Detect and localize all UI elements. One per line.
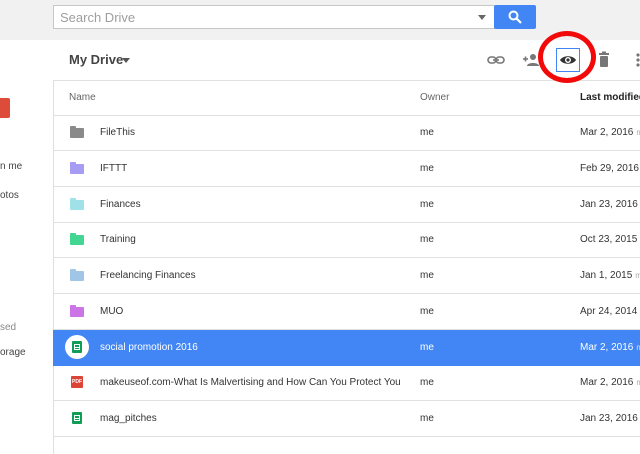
search-button[interactable] bbox=[494, 5, 536, 29]
table-row[interactable]: PDF makeuseof.com-What Is Malvertising a… bbox=[53, 365, 640, 401]
column-header-name[interactable]: Name bbox=[69, 92, 96, 103]
table-row[interactable]: MUO me Apr 24, 2014m bbox=[53, 294, 640, 330]
folder-icon bbox=[70, 305, 84, 318]
table-row[interactable]: mag_pitches me Jan 23, 2016m bbox=[53, 401, 640, 437]
file-modified: Jan 1, 2015 m bbox=[580, 270, 640, 281]
file-owner: me bbox=[420, 377, 434, 388]
file-owner: me bbox=[420, 342, 434, 353]
column-header-last-modified[interactable]: Last modified bbox=[580, 92, 640, 103]
table-row[interactable]: Training me Oct 23, 2015m bbox=[53, 222, 640, 258]
folder-icon bbox=[70, 126, 84, 139]
column-header-owner[interactable]: Owner bbox=[420, 92, 449, 103]
trash-icon[interactable] bbox=[594, 50, 614, 70]
search-input[interactable] bbox=[60, 9, 460, 25]
file-list: Name Owner Last modified FileThis me Mar… bbox=[53, 80, 640, 454]
sidebar-item-shared-with-me[interactable]: n me bbox=[0, 161, 22, 172]
pdf-icon: PDF bbox=[70, 376, 84, 389]
file-owner: me bbox=[420, 199, 434, 210]
more-vert-icon[interactable] bbox=[632, 50, 640, 70]
file-owner: me bbox=[420, 234, 434, 245]
file-name: Training bbox=[100, 234, 136, 245]
file-name: FileThis bbox=[100, 127, 136, 138]
sheets-icon bbox=[65, 335, 89, 359]
search-options-caret-icon[interactable] bbox=[478, 15, 486, 20]
search-box[interactable] bbox=[53, 5, 495, 29]
my-drive-title[interactable]: My Drive bbox=[69, 52, 123, 67]
new-button[interactable] bbox=[0, 98, 10, 118]
search-bar bbox=[53, 5, 536, 29]
table-row[interactable]: FileThis me Mar 2, 2016 m bbox=[53, 115, 640, 151]
file-owner: me bbox=[420, 270, 434, 281]
table-row[interactable]: Finances me Jan 23, 2016m bbox=[53, 187, 640, 223]
list-header: Name Owner Last modified bbox=[53, 80, 640, 116]
file-name: mag_pitches bbox=[100, 413, 157, 424]
file-modified: Feb 29, 2016m bbox=[580, 163, 639, 174]
file-modified: Jan 23, 2016m bbox=[580, 199, 638, 210]
sidebar: n me otos sed orage bbox=[0, 80, 54, 454]
file-name: social promotion 2016 bbox=[100, 342, 198, 353]
folder-icon bbox=[70, 162, 84, 175]
file-name: Finances bbox=[100, 199, 141, 210]
file-owner: me bbox=[420, 413, 434, 424]
folder-icon bbox=[70, 233, 84, 246]
link-icon[interactable] bbox=[486, 50, 506, 70]
file-name: IFTTT bbox=[100, 163, 128, 174]
folder-icon bbox=[70, 198, 84, 211]
annotation-circle bbox=[538, 31, 596, 83]
file-name: MUO bbox=[100, 306, 124, 317]
file-modified: Oct 23, 2015m bbox=[580, 234, 638, 245]
file-modified: Mar 2, 2016 m bbox=[580, 127, 640, 138]
file-modified: Mar 2, 2016 m bbox=[580, 377, 640, 388]
my-drive-dropdown-icon[interactable] bbox=[122, 58, 130, 63]
top-bar bbox=[0, 0, 640, 40]
file-owner: me bbox=[420, 127, 434, 138]
file-modified: Mar 2, 2016 m bbox=[580, 342, 640, 353]
file-modified: Jan 23, 2016m bbox=[580, 413, 638, 424]
storage-used-label: sed bbox=[0, 322, 17, 333]
table-row-selected[interactable]: social promotion 2016 me Mar 2, 2016 m bbox=[53, 330, 640, 366]
table-row[interactable]: Freelancing Finances me Jan 1, 2015 m bbox=[53, 258, 640, 294]
folder-icon bbox=[70, 269, 84, 282]
file-owner: me bbox=[420, 163, 434, 174]
upgrade-storage-link[interactable]: orage bbox=[0, 347, 26, 358]
table-row[interactable]: IFTTT me Feb 29, 2016m bbox=[53, 151, 640, 187]
file-name: Freelancing Finances bbox=[100, 270, 196, 281]
sidebar-item-photos[interactable]: otos bbox=[0, 190, 19, 201]
file-modified: Apr 24, 2014m bbox=[580, 306, 638, 317]
search-icon bbox=[508, 10, 522, 24]
file-name: makeuseof.com-What Is Malvertising and H… bbox=[100, 377, 400, 388]
sheets-icon bbox=[70, 412, 84, 425]
file-owner: me bbox=[420, 306, 434, 317]
